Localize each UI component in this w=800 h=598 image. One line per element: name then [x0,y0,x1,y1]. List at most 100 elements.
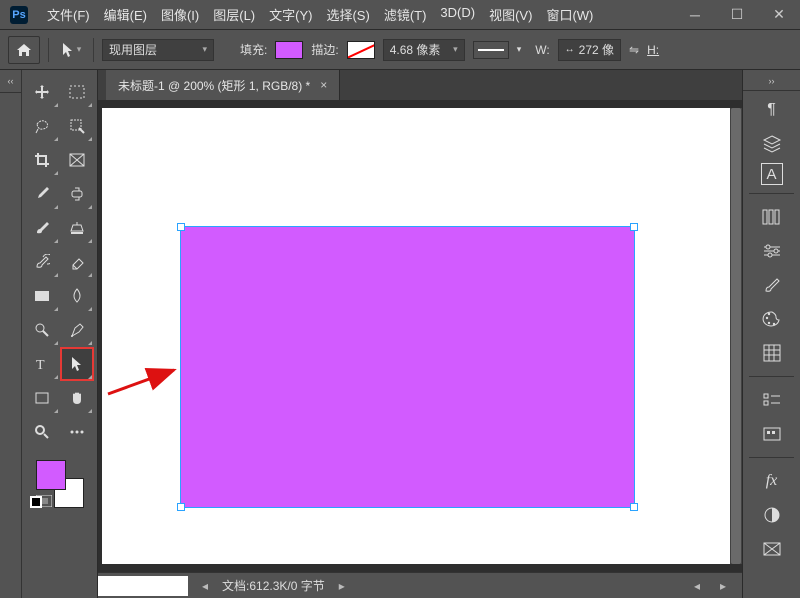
close-icon[interactable]: × [320,78,327,92]
shape-rectangle[interactable] [180,226,635,508]
panel-adjustment[interactable] [753,500,791,530]
menu-bar: 文件(F) 编辑(E) 图像(I) 图层(L) 文字(Y) 选择(S) 滤镜(T… [40,5,600,24]
tool-history-brush[interactable] [26,246,59,278]
app-logo: Ps [10,6,28,24]
menu-window[interactable]: 窗口(W) [539,5,600,24]
titlebar: Ps 文件(F) 编辑(E) 图像(I) 图层(L) 文字(Y) 选择(S) 滤… [0,0,800,30]
menu-view[interactable]: 视图(V) [482,5,539,24]
link-wh-icon[interactable]: ⇋ [629,43,639,57]
expand-icon[interactable]: ›› [743,76,800,91]
resize-handle-tr[interactable] [630,223,638,231]
chevron-down-icon: ▾ [202,44,207,55]
tool-marquee[interactable] [61,76,94,108]
status-zoom-field[interactable] [98,576,188,596]
tool-clone-stamp[interactable] [61,212,94,244]
tool-lasso[interactable] [26,110,59,142]
panel-libraries[interactable] [753,202,791,232]
tool-path-selection[interactable] [61,348,94,380]
layer-combo-label: 现用图层 [109,41,157,58]
chevron-down-icon: ▾ [517,44,522,55]
menu-select[interactable]: 选择(S) [319,5,376,24]
maximize-button[interactable]: ☐ [716,0,758,30]
minimize-button[interactable]: ─ [674,0,716,30]
toolbox: T [22,70,98,598]
tool-magic-wand[interactable] [61,110,94,142]
tool-edit-toolbar[interactable] [61,416,94,448]
layer-combo[interactable]: 现用图层 ▾ [102,39,214,61]
stroke-width-field[interactable]: 4.68 像素 ▾ [383,39,465,61]
stroke-swatch[interactable] [347,41,375,59]
fill-label: 填充: [240,41,267,58]
tool-dodge[interactable] [26,314,59,346]
status-scroll-left[interactable]: ◂ [688,579,706,593]
width-field[interactable]: ↔ 272 像 [558,39,621,61]
tool-type[interactable]: T [26,348,59,380]
panel-adjust[interactable] [753,236,791,266]
color-swatches[interactable] [26,456,93,510]
divider [93,38,94,62]
menu-image[interactable]: 图像(I) [154,5,206,24]
panel-actions[interactable] [753,419,791,449]
chevron-down-icon: ▾ [453,44,458,55]
tool-blur[interactable] [61,280,94,312]
left-rail: ‹‹ [0,70,22,598]
panel-styles[interactable]: fx [753,466,791,496]
panel-properties[interactable] [753,385,791,415]
active-tool-icon[interactable]: ▾ [57,36,85,64]
tool-move[interactable] [26,76,59,108]
panel-separator [749,376,795,377]
document-tab-title: 未标题-1 @ 200% (矩形 1, RGB/8) * [118,77,310,94]
panel-separator [749,457,795,458]
panel-channels[interactable] [753,534,791,564]
tool-pen[interactable] [61,314,94,346]
status-next[interactable]: ▸ [333,579,351,593]
tool-eraser[interactable] [61,246,94,278]
width-value: 272 像 [579,41,614,58]
tool-zoom[interactable] [26,416,59,448]
menu-filter[interactable]: 滤镜(T) [377,5,434,24]
stroke-style[interactable] [473,41,509,59]
panel-separator [749,193,795,194]
close-button[interactable]: ✕ [758,0,800,30]
status-prev[interactable]: ◂ [196,579,214,593]
panel-layers[interactable] [753,129,791,159]
default-colors-icon[interactable] [30,496,42,508]
document-tab[interactable]: 未标题-1 @ 200% (矩形 1, RGB/8) * × [106,70,340,100]
resize-handle-br[interactable] [630,503,638,511]
status-scroll-right[interactable]: ▸ [714,579,732,593]
tool-eyedropper[interactable] [26,178,59,210]
menu-type[interactable]: 文字(Y) [262,5,319,24]
menu-edit[interactable]: 编辑(E) [97,5,154,24]
tool-rectangle[interactable] [26,382,59,414]
right-panel: ›› ¶ A fx [742,70,800,598]
tool-brush[interactable] [26,212,59,244]
menu-file[interactable]: 文件(F) [40,5,97,24]
scrollbar-vertical[interactable] [730,108,742,564]
tool-frame[interactable] [61,144,94,176]
menu-3d[interactable]: 3D(D) [433,5,482,24]
resize-handle-bl[interactable] [177,503,185,511]
panel-paragraph[interactable]: ¶ [753,95,791,125]
status-bar: ◂ 文档:612.3K/0 字节 ▸ ◂ ▸ [98,572,742,598]
fill-swatch[interactable] [275,41,303,59]
stroke-label: 描边: [311,41,338,58]
collapse-icon[interactable]: ‹‹ [0,74,21,93]
panel-brushes[interactable] [753,270,791,300]
document-area: 未标题-1 @ 200% (矩形 1, RGB/8) * × [98,70,742,598]
home-button[interactable] [8,36,40,64]
resize-handle-tl[interactable] [177,223,185,231]
options-bar: ▾ 现用图层 ▾ 填充: 描边: 4.68 像素 ▾ ▾ W: ↔ 272 像 … [0,30,800,70]
panel-character[interactable]: A [761,163,783,185]
canvas-viewport[interactable]: ◂ 文档:612.3K/0 字节 ▸ ◂ ▸ [98,100,742,598]
panel-color[interactable] [753,304,791,334]
divider [48,38,49,62]
width-label: W: [535,43,549,57]
tool-healing-brush[interactable] [61,178,94,210]
tool-crop[interactable] [26,144,59,176]
canvas[interactable] [102,108,730,564]
tool-hand[interactable] [61,382,94,414]
foreground-color[interactable] [36,460,66,490]
tool-gradient[interactable] [26,280,59,312]
panel-swatches[interactable] [753,338,791,368]
menu-layer[interactable]: 图层(L) [206,5,262,24]
